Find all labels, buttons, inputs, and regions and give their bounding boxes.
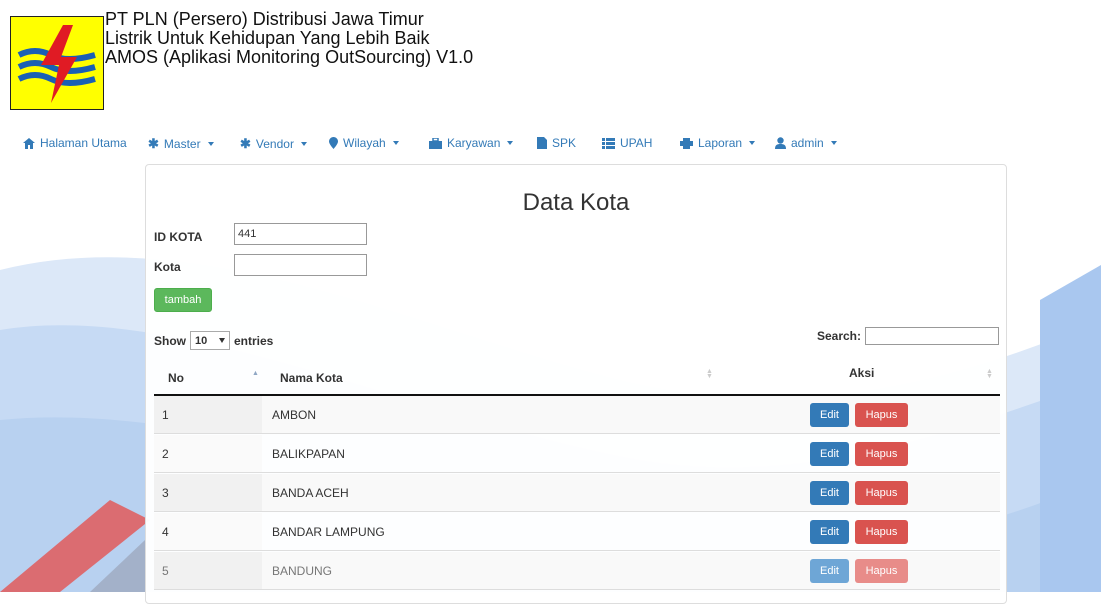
row-number: 5 [162, 564, 169, 578]
table-row: 1 AMBON Edit Hapus [154, 396, 1000, 434]
row-kota-name: BANDUNG [272, 564, 333, 578]
pln-logo [10, 16, 104, 110]
cell-no [154, 435, 262, 472]
app-name: AMOS (Aplikasi Monitoring OutSourcing) V… [105, 47, 474, 67]
search-input[interactable] [865, 327, 999, 345]
table-row: 3 BANDA ACEH Edit Hapus [154, 474, 1000, 512]
print-icon [680, 137, 693, 149]
entries-label: entries [234, 333, 274, 348]
page-title: Data Kota [522, 189, 630, 216]
caret-down-icon [207, 142, 214, 146]
user-icon [775, 137, 786, 149]
id-kota-input[interactable] [234, 223, 367, 245]
row-number: 3 [162, 486, 169, 500]
search-label: Search: [816, 329, 861, 343]
cell-no [154, 552, 262, 589]
data-kota-panel: Data Kota ID KOTA Kota tambah Show 10 en… [145, 164, 1007, 604]
caret-down-icon [219, 338, 225, 343]
table-row: 2 BALIKPAPAN Edit Hapus [154, 435, 1000, 473]
asterisk-icon: ✱ [240, 136, 251, 151]
cell-no [154, 474, 262, 511]
caret-down-icon [830, 141, 837, 145]
company-name: PT PLN (Persero) Distribusi Jawa Timur [105, 9, 424, 29]
entries-select[interactable]: 10 [190, 331, 230, 350]
cell-no [154, 396, 262, 433]
show-label: Show [154, 333, 186, 348]
caret-down-icon [507, 141, 514, 145]
nav-spk[interactable]: SPK [537, 136, 576, 150]
row-number: 2 [162, 447, 169, 461]
hapus-button[interactable]: Hapus [855, 559, 908, 583]
tambah-button[interactable]: tambah [154, 288, 212, 312]
company-slogan: Listrik Untuk Kehidupan Yang Lebih Baik [105, 28, 430, 48]
row-kota-name: AMBON [272, 408, 317, 422]
row-number: 4 [162, 525, 169, 539]
entries-value: 10 [195, 334, 208, 347]
edit-button[interactable]: Edit [810, 481, 849, 505]
caret-down-icon [392, 141, 399, 145]
row-kota-name: BANDA ACEH [272, 486, 349, 500]
map-marker-icon [329, 137, 338, 149]
sort-both-icon: ▲ ▼ [986, 368, 993, 380]
nav-admin[interactable]: admin [775, 136, 837, 150]
file-icon [537, 137, 547, 149]
nav-karyawan[interactable]: Karyawan [429, 136, 514, 150]
nav-upah[interactable]: UPAH [602, 136, 652, 150]
caret-down-icon [749, 141, 756, 145]
nav-halaman-utama[interactable]: Halaman Utama [23, 136, 127, 150]
edit-button[interactable]: Edit [810, 559, 849, 583]
nav-master[interactable]: ✱ Master [148, 136, 214, 152]
table-search-control: Search: [817, 327, 999, 345]
row-kota-name: BALIKPAPAN [272, 447, 345, 461]
nav-wilayah[interactable]: Wilayah [329, 136, 399, 150]
sort-asc-icon: ▲ [252, 370, 259, 377]
entries-length-control: Show 10 entries [154, 331, 273, 350]
hapus-button[interactable]: Hapus [855, 442, 908, 466]
app-title-block: PT PLN (Persero) Distribusi Jawa Timur L… [105, 10, 705, 67]
caret-down-icon [300, 142, 307, 146]
row-number: 1 [162, 408, 169, 422]
kota-label: Kota [154, 260, 181, 274]
edit-button[interactable]: Edit [810, 520, 849, 544]
hapus-button[interactable]: Hapus [855, 481, 908, 505]
sort-both-icon: ▲ ▼ [706, 368, 713, 380]
lightning-logo-icon [17, 25, 96, 103]
main-navbar: Halaman Utama ✱ Master ✱ Vendor Wilayah … [0, 128, 1101, 158]
nav-vendor[interactable]: ✱ Vendor [240, 136, 307, 152]
table-row: 5 BANDUNG Edit Hapus [154, 552, 1000, 590]
kota-input[interactable] [234, 254, 367, 276]
id-kota-label: ID KOTA [154, 230, 203, 244]
asterisk-icon: ✱ [148, 136, 159, 151]
list-icon [602, 137, 615, 149]
hapus-button[interactable]: Hapus [855, 520, 908, 544]
row-kota-name: BANDAR LAMPUNG [272, 525, 385, 539]
briefcase-icon [429, 137, 442, 149]
home-icon [23, 137, 35, 149]
nav-laporan[interactable]: Laporan [680, 136, 756, 150]
edit-button[interactable]: Edit [810, 442, 849, 466]
table-row: 4 BANDAR LAMPUNG Edit Hapus [154, 513, 1000, 551]
hapus-button[interactable]: Hapus [855, 403, 908, 427]
edit-button[interactable]: Edit [810, 403, 849, 427]
cell-no [154, 513, 262, 550]
